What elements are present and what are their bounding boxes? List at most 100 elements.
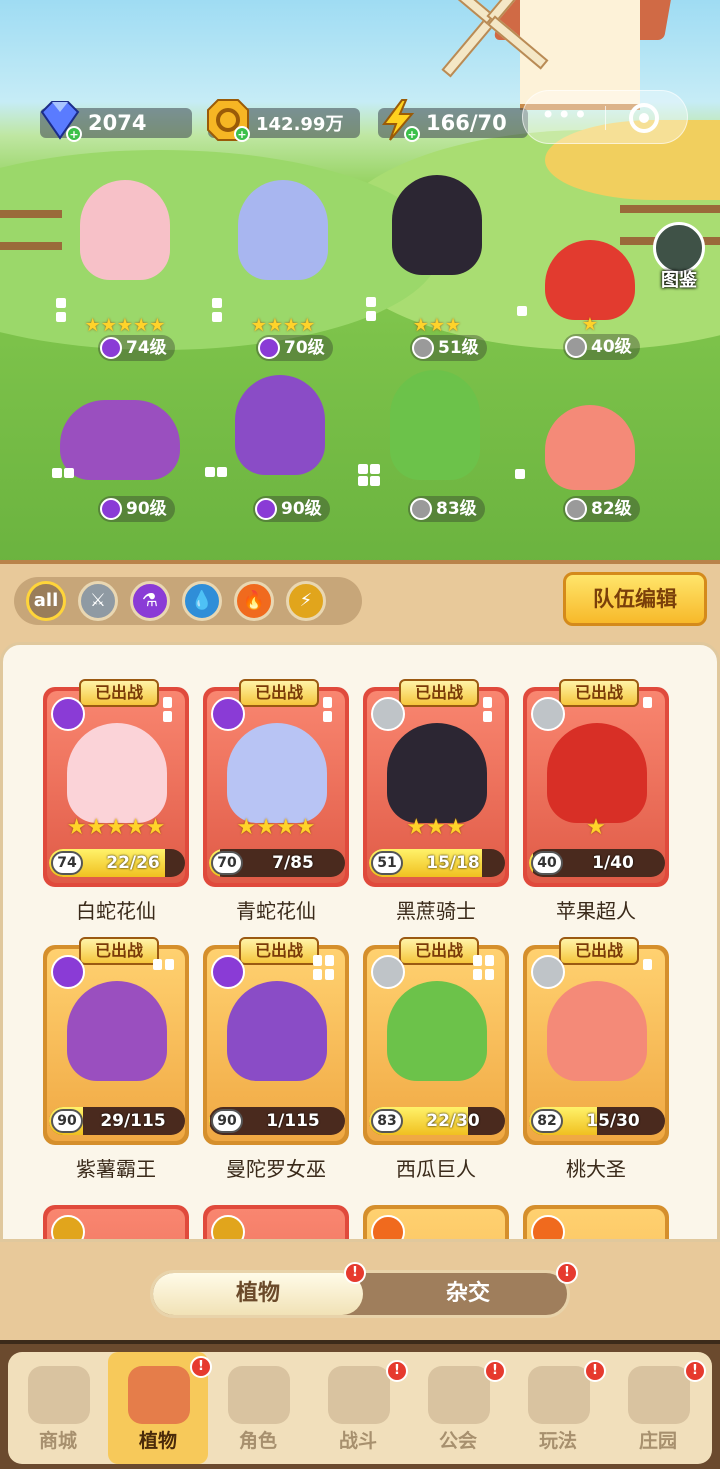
poison-icon <box>51 955 85 989</box>
sword-icon <box>565 336 587 358</box>
plant-name: 紫薯霸王 <box>76 1157 156 1181</box>
poison-icon <box>255 498 277 520</box>
plant-card[interactable] <box>363 1205 509 1239</box>
plant-card[interactable]: 已出战 ★ 40 1/40 <box>523 679 669 887</box>
shard-progress: 70 7/85 <box>209 849 345 877</box>
bottom-nav: 商城 植物 角色 战斗 公会 玩法 庄园 <box>0 1340 720 1469</box>
nav-shop[interactable]: 商城 <box>8 1352 108 1464</box>
plant-name: 苹果超人 <box>556 899 636 923</box>
plant-card[interactable] <box>43 1205 189 1239</box>
plant-card[interactable] <box>523 1205 669 1239</box>
lineup-hero[interactable]: 83级 <box>358 370 500 522</box>
sword-icon <box>531 955 565 989</box>
plant-name: 青蛇花仙 <box>236 899 316 923</box>
deployed-tag: 已出战 <box>399 679 479 707</box>
lineup-hero[interactable]: ★ 40级 <box>517 240 655 380</box>
plant-card[interactable]: 已出战 90 29/115 <box>43 937 189 1145</box>
plant-name: 黑蔗骑士 <box>396 899 476 923</box>
card-stars: ★★★★ <box>236 815 316 840</box>
plant-card[interactable]: 已出战 82 15/30 <box>523 937 669 1145</box>
deployed-tag: 已出战 <box>239 937 319 965</box>
hero-stars: ★★★★★ <box>84 315 166 336</box>
plant-list: 已出战 ★★★★★ 74 22/26 白蛇花仙 已出战 ★★★★ 70 7/85 青… <box>0 642 720 1242</box>
energy-counter[interactable]: + 166/70 <box>378 99 528 142</box>
fire-icon <box>531 1215 565 1239</box>
plant-card[interactable]: 已出战 ★★★ 51 15/18 <box>363 679 509 887</box>
hero-sprite <box>392 175 482 275</box>
shard-count: 22/26 <box>106 853 160 873</box>
hero-level: 90级 <box>253 496 330 522</box>
team-edit-button[interactable]: 队伍编辑 <box>563 572 707 626</box>
lineup-hero[interactable]: ★★★ 51级 <box>366 175 502 361</box>
svg-text:+: + <box>237 128 246 141</box>
shard-progress: 51 15/18 <box>369 849 505 877</box>
shard-count: 1/115 <box>266 1111 320 1131</box>
filter-all-button[interactable]: all <box>26 581 66 621</box>
sword-icon <box>412 337 434 359</box>
tab-hybrid[interactable]: 杂交 <box>363 1273 573 1315</box>
shard-progress: 40 1/40 <box>529 849 665 877</box>
hero-sprite <box>390 370 480 480</box>
hero-sprite <box>80 180 170 280</box>
plant-card[interactable]: 已出战 90 1/115 <box>203 937 349 1145</box>
svg-text:+: + <box>407 128 416 141</box>
lightning-icon[interactable]: ⚡ <box>286 581 326 621</box>
poison-icon[interactable]: ⚗ <box>130 581 170 621</box>
sword-icon[interactable]: ⚔ <box>78 581 118 621</box>
alert-badge-icon: ! <box>556 1262 578 1284</box>
card-stars: ★★★★★ <box>66 815 166 840</box>
codex-button[interactable]: 图鉴 <box>648 222 710 294</box>
coin-icon: + <box>207 99 250 142</box>
alert-badge-icon: ! <box>386 1360 408 1382</box>
water-icon[interactable]: 💧 <box>182 581 222 621</box>
hero-level: 51级 <box>410 335 487 361</box>
nav-character[interactable]: 角色 <box>208 1352 308 1464</box>
plant-portrait <box>67 981 167 1081</box>
hero-sprite <box>60 400 180 480</box>
battle-icon <box>328 1366 390 1424</box>
lineup-hero[interactable]: 90级 <box>205 375 345 522</box>
hero-sprite <box>235 375 325 475</box>
poison-icon <box>258 337 280 359</box>
coins-counter[interactable]: + 142.99万 <box>207 99 360 142</box>
gameplay-icon <box>528 1366 590 1424</box>
poison-icon <box>51 697 85 731</box>
fence <box>0 210 62 250</box>
plant-card[interactable]: 已出战 ★★★★★ 74 22/26 <box>43 679 189 887</box>
gems-value: 2074 <box>88 111 147 135</box>
character-icon <box>228 1366 290 1424</box>
plant-card[interactable] <box>203 1205 349 1239</box>
mini-program-capsule: ••• <box>522 90 688 144</box>
more-menu-button[interactable]: ••• <box>541 101 589 129</box>
shard-progress: 90 1/115 <box>209 1107 345 1135</box>
poison-icon <box>211 697 245 731</box>
alert-badge-icon: ! <box>584 1360 606 1382</box>
diamond-icon: + <box>40 101 82 142</box>
plant-name: 曼陀罗女巫 <box>226 1157 326 1181</box>
hero-stars: ★★★ <box>412 315 462 336</box>
hero-sprite <box>545 240 635 320</box>
card-level: 90 <box>211 1109 243 1133</box>
shard-progress: 82 15/30 <box>529 1107 665 1135</box>
plant-portrait <box>227 981 327 1081</box>
shard-progress: 83 22/30 <box>369 1107 505 1135</box>
plant-portrait <box>67 723 167 823</box>
plant-portrait <box>387 981 487 1081</box>
lineup-hero[interactable]: ★★★★ 70级 <box>212 180 348 361</box>
hero-level: 83级 <box>408 496 485 522</box>
close-target-icon[interactable] <box>629 103 659 133</box>
gems-counter[interactable]: + 2074 <box>40 101 192 142</box>
lineup-hero[interactable]: 82级 <box>515 405 655 545</box>
lineup-hero[interactable]: 90级 <box>52 400 190 540</box>
lineup-hero[interactable]: ★★★★★ 74级 <box>56 180 190 361</box>
sword-icon <box>410 498 432 520</box>
fire-icon[interactable]: 🔥 <box>234 581 274 621</box>
plants-icon <box>128 1366 190 1424</box>
shard-progress: 90 29/115 <box>49 1107 185 1135</box>
plant-card[interactable]: 已出战 ★★★★ 70 7/85 <box>203 679 349 887</box>
energy-value: 166/70 <box>426 111 507 135</box>
card-level: 90 <box>51 1109 83 1133</box>
plant-card[interactable]: 已出战 83 22/30 <box>363 937 509 1145</box>
deployed-tag: 已出战 <box>559 937 639 965</box>
tab-plants[interactable]: 植物 <box>153 1273 363 1315</box>
